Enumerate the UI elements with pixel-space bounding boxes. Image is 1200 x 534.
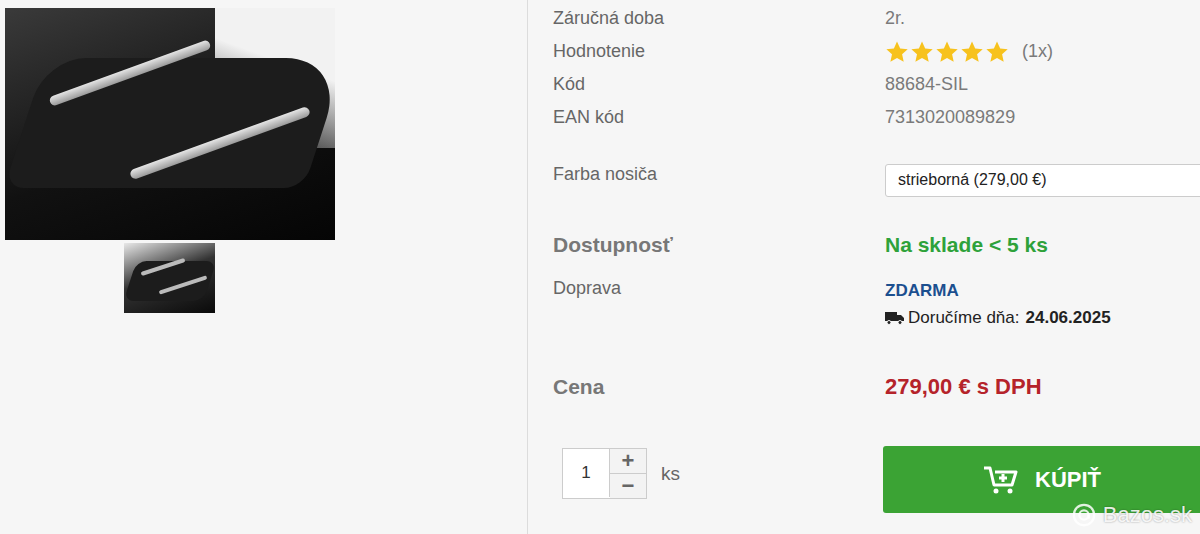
color-label: Farba nosiča [553, 164, 885, 185]
color-row: Farba nosičastrieborná (279,00 €) [553, 164, 1200, 197]
delivery-date: Doručíme dňa:24.06.2025 [885, 308, 1200, 328]
decrement-button[interactable]: − [610, 473, 646, 498]
bazos-logo-icon [1071, 502, 1097, 528]
quantity-input[interactable]: 1 [563, 449, 610, 497]
star-icon [910, 40, 934, 64]
star-icon [985, 40, 1009, 64]
detail-label: Hodnotenie [553, 41, 885, 62]
shipping-row: DopravaZDARMA Doručíme dňa:24.06.2025 [553, 278, 1200, 328]
availability-value: Na sklade < 5 ks [885, 233, 1200, 257]
product-photo[interactable] [5, 8, 335, 240]
truck-icon [885, 311, 905, 325]
color-select[interactable]: strieborná (279,00 €) [885, 164, 1200, 197]
star-icon [885, 40, 909, 64]
detail-list: Záručná doba2r.Hodnotenie (1x) Kód88684-SI… [553, 2, 1200, 134]
price-row: Cena279,00 € s DPH [553, 372, 1200, 402]
product-info: Záručná doba2r.Hodnotenie (1x) Kód88684-SI… [528, 0, 1200, 534]
price-value: 279,00 € s DPH [885, 374, 1200, 400]
shipping-value: ZDARMA [885, 278, 1200, 304]
detail-value: 2r. [885, 8, 1200, 29]
star-icon [960, 40, 984, 64]
detail-label: Kód [553, 74, 885, 95]
star-icon [935, 40, 959, 64]
detail-label: Záručná doba [553, 8, 885, 29]
availability-row: DostupnosťNa sklade < 5 ks [553, 230, 1200, 260]
detail-label: EAN kód [553, 107, 885, 128]
price-label: Cena [553, 375, 885, 399]
availability-label: Dostupnosť [553, 233, 885, 257]
product-thumbnail[interactable] [124, 243, 215, 313]
increment-button[interactable]: + [610, 449, 646, 473]
gallery [0, 0, 528, 534]
quantity-unit: ks [661, 463, 680, 485]
shipping-label: Doprava [553, 278, 885, 328]
product-page: Záručná doba2r.Hodnotenie (1x) Kód88684-SI… [0, 0, 1200, 534]
rating-count: (1x) [1022, 41, 1053, 62]
rating[interactable]: (1x) [885, 40, 1200, 64]
watermark: Bazos.sk [1071, 502, 1192, 528]
detail-value: 7313020089829 [885, 107, 1200, 128]
quantity-stepper: 1+− [562, 448, 647, 499]
cart-icon [983, 465, 1019, 495]
detail-value: 88684-SIL [885, 74, 1200, 95]
